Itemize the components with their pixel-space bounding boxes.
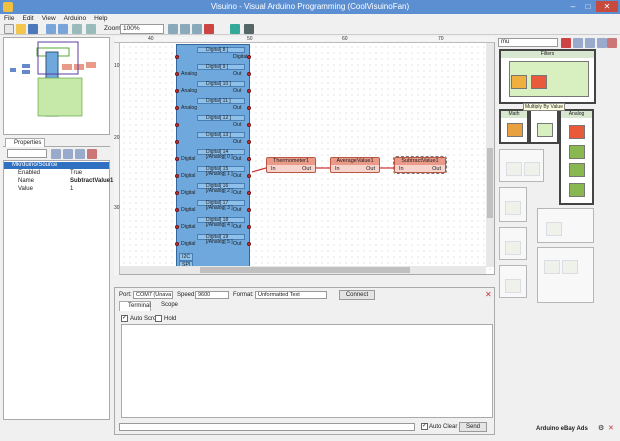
disabled-component-icon xyxy=(506,162,522,176)
palette-group-math[interactable]: Math xyxy=(499,109,529,144)
clear-search-icon[interactable] xyxy=(561,38,571,48)
tab-terminal[interactable]: Terminal xyxy=(119,301,151,311)
auto-clear-label: Auto Clear xyxy=(429,424,458,430)
component-in-pin[interactable]: In xyxy=(335,166,340,172)
speed-label: Speed: xyxy=(177,292,197,298)
send-button[interactable]: Send xyxy=(459,422,487,432)
close-panel-icon[interactable]: ✕ xyxy=(485,290,492,299)
port-select[interactable]: COM7 (Unava xyxy=(133,291,173,299)
status-bar xyxy=(0,435,620,441)
canvas-vertical-scrollbar[interactable] xyxy=(486,43,494,267)
group-title: Analog xyxy=(561,111,592,118)
scrollbar-thumb[interactable] xyxy=(487,148,493,218)
math-component-icon[interactable] xyxy=(537,123,553,137)
component-title: AverageValue1 xyxy=(331,158,379,165)
pin-palette-icon[interactable] xyxy=(607,38,617,48)
speed-select[interactable]: 9600 xyxy=(195,291,229,299)
average-value-component[interactable]: AverageValue1 In Out xyxy=(330,157,380,173)
expand-icon[interactable] xyxy=(585,38,595,48)
tab-scope[interactable]: Scope xyxy=(153,301,179,311)
palette-group-disabled[interactable] xyxy=(499,265,527,298)
palette-group-disabled[interactable] xyxy=(499,227,527,260)
terminal-output[interactable] xyxy=(121,324,493,418)
auto-scroll-checkbox[interactable]: ✓ xyxy=(121,315,128,322)
send-input[interactable] xyxy=(119,423,415,431)
ads-label: Arduino eBay Ads xyxy=(536,426,588,432)
subtract-value-component[interactable]: SubtractValue1 In Out xyxy=(393,156,447,174)
disabled-component-icon xyxy=(524,162,540,176)
divide-component-icon[interactable] xyxy=(531,75,547,89)
ads-settings-icon[interactable]: ⚙ xyxy=(598,424,604,432)
thermometer-component[interactable]: Thermometer1 In Out xyxy=(266,157,316,173)
port-label: Port: xyxy=(119,292,132,298)
disabled-component-icon xyxy=(544,260,560,274)
disabled-component-icon xyxy=(505,201,521,215)
connect-button[interactable]: Connect xyxy=(339,290,375,300)
analog-component-icon[interactable] xyxy=(569,125,585,139)
palette-group-disabled[interactable] xyxy=(537,247,594,303)
palette-group-filters[interactable]: Filters xyxy=(499,49,596,104)
hold-checkbox[interactable] xyxy=(155,315,162,322)
component-in-pin[interactable]: In xyxy=(399,166,404,172)
multiply-component-icon[interactable] xyxy=(511,75,527,89)
component-in-pin[interactable]: In xyxy=(271,166,276,172)
analog-component-icon[interactable] xyxy=(569,183,585,197)
palette-search-input[interactable]: mu xyxy=(498,38,558,47)
disabled-component-icon xyxy=(505,241,521,255)
wire[interactable] xyxy=(251,167,267,173)
palette-group-disabled[interactable] xyxy=(499,187,527,222)
disabled-component-icon xyxy=(562,260,578,274)
search-options-icon[interactable] xyxy=(573,38,583,48)
group-title: Filters xyxy=(501,51,594,58)
component-title: SubtractValue1 xyxy=(395,158,445,165)
format-select[interactable]: Unformatted Text xyxy=(255,291,327,299)
hold-label: Hold xyxy=(164,316,177,322)
component-out-pin[interactable]: Out xyxy=(366,166,375,172)
disabled-component-icon xyxy=(546,222,562,236)
disabled-component-icon xyxy=(505,279,521,293)
component-out-pin[interactable]: Out xyxy=(302,166,311,172)
component-out-pin[interactable]: Out xyxy=(432,166,441,172)
format-label: Format: xyxy=(233,292,254,298)
auto-clear-checkbox[interactable]: ✓ xyxy=(421,423,428,430)
component-title: Thermometer1 xyxy=(267,158,315,165)
palette-group-analog[interactable]: Analog xyxy=(559,109,594,205)
component-palette: mu Filters Math Analog xyxy=(497,37,617,435)
canvas-horizontal-scrollbar[interactable] xyxy=(120,266,486,274)
serial-panel: Port: COM7 (Unava Speed: 9600 Format: Un… xyxy=(114,287,495,435)
ads-close-icon[interactable]: ✕ xyxy=(608,424,614,432)
math-component-icon[interactable] xyxy=(507,123,523,137)
collapse-all-icon[interactable] xyxy=(597,38,607,48)
palette-group-disabled[interactable] xyxy=(499,149,544,182)
palette-group-math-2[interactable] xyxy=(529,109,559,144)
group-title: Math xyxy=(501,111,527,118)
palette-group-disabled[interactable] xyxy=(537,208,594,243)
analog-component-icon[interactable] xyxy=(569,163,585,177)
palette-tooltip: Multiply By Value xyxy=(523,103,565,111)
scrollbar-thumb[interactable] xyxy=(200,267,410,273)
analog-component-icon[interactable] xyxy=(569,145,585,159)
